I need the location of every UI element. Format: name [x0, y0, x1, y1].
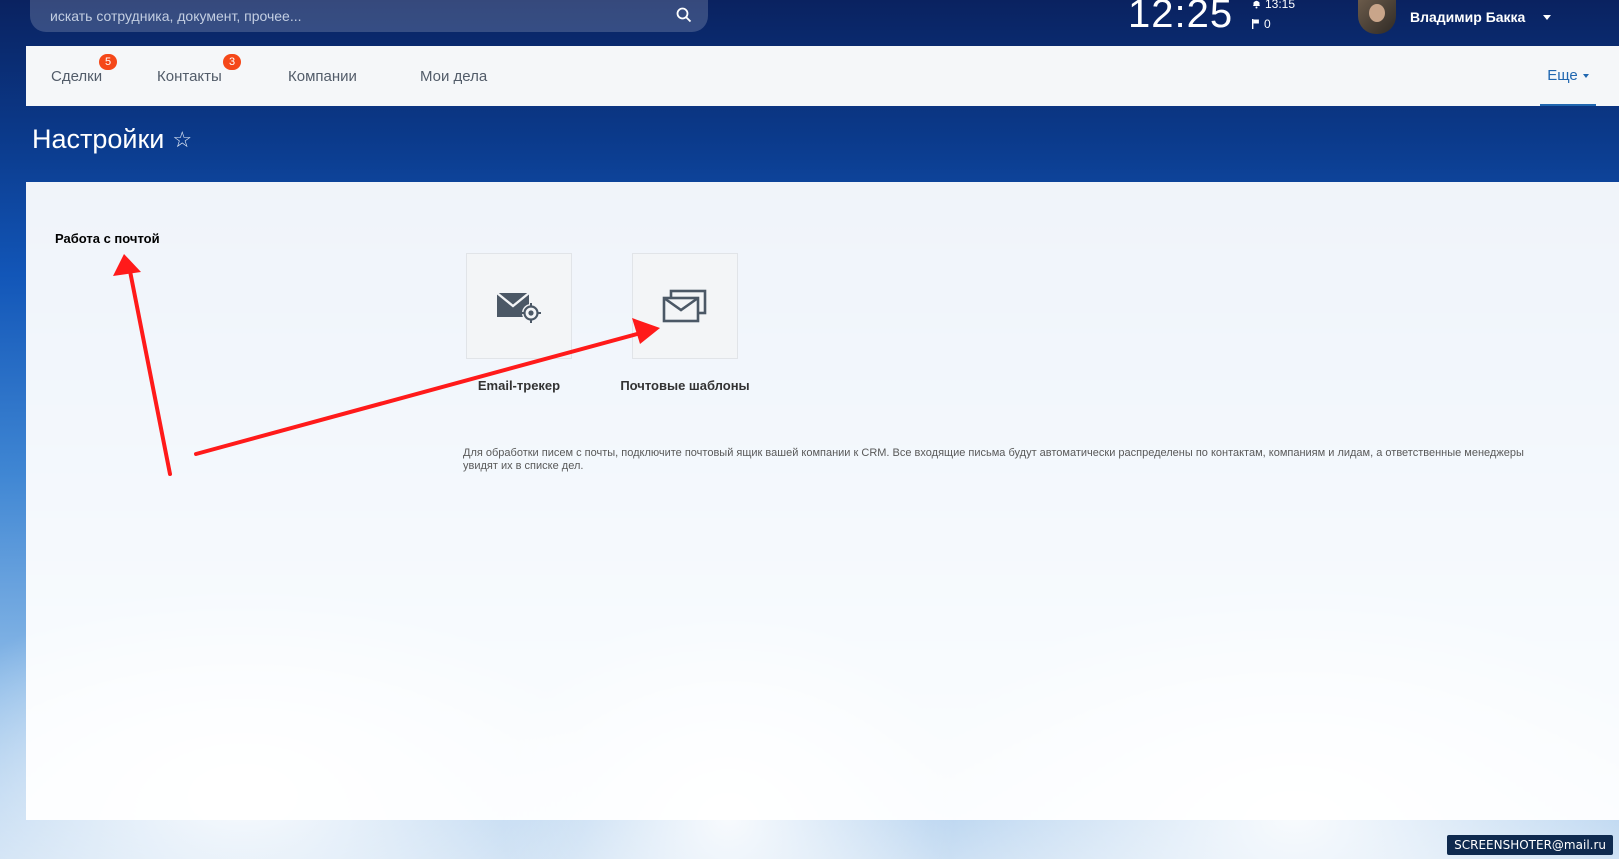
mail-templates-label[interactable]: Почтовые шаблоны — [586, 378, 784, 393]
user-menu[interactable]: Владимир Бакка — [1358, 0, 1552, 34]
counter-badge: 5 — [99, 54, 117, 70]
nav-item-contacts[interactable]: Контакты 3 — [157, 46, 241, 106]
star-icon[interactable]: ☆ — [172, 127, 192, 153]
email-tracker-tile[interactable] — [466, 253, 572, 359]
description-text: Для обработки писем с почты, подключите … — [463, 447, 1524, 472]
settings-content: Работа с почтой Email-трекер Почтовые ша… — [26, 182, 1619, 820]
nav-item-companies[interactable]: Компании — [288, 46, 357, 106]
page-title-text: Настройки — [32, 124, 165, 154]
mail-templates-icon — [662, 289, 707, 323]
reminder-stat[interactable]: 13:15 — [1252, 0, 1295, 11]
screenshoter-watermark: SCREENSHOTER@mail.ru — [1447, 835, 1613, 855]
avatar[interactable] — [1358, 0, 1396, 34]
bell-icon — [1253, 0, 1260, 9]
nav-more-label[interactable]: Еще — [1547, 67, 1578, 84]
clock: 12:25 — [1128, 0, 1234, 36]
flag-count: 0 — [1264, 17, 1271, 31]
nav-item-label[interactable]: Сделки — [51, 68, 102, 85]
nav-item-label[interactable]: Компании — [288, 68, 357, 85]
chevron-down-icon[interactable] — [1582, 74, 1589, 78]
page-title: Настройки ☆ — [32, 124, 192, 155]
nav-item-deals[interactable]: Сделки 5 — [51, 46, 117, 106]
nav-item-label[interactable]: Контакты — [157, 68, 222, 85]
email-tracker-icon — [496, 292, 541, 323]
chevron-down-icon[interactable] — [1543, 14, 1552, 20]
flag-stat[interactable]: 0 — [1252, 17, 1271, 31]
nav-item-my-activities[interactable]: Мои дела — [420, 46, 487, 106]
search-input[interactable] — [48, 7, 652, 25]
flag-icon — [1252, 19, 1259, 29]
search-box[interactable] — [30, 0, 708, 32]
section-title: Работа с почтой — [55, 231, 160, 246]
search-icon[interactable] — [676, 7, 692, 23]
nav-item-label[interactable]: Мои дела — [420, 68, 487, 85]
bell-time: 13:15 — [1265, 0, 1296, 11]
top-bar: 12:25 13:15 0 Владимир Бакка — [0, 0, 1619, 46]
mail-templates-tile[interactable] — [632, 253, 738, 359]
user-name[interactable]: Владимир Бакка — [1410, 9, 1525, 25]
nav-more-button[interactable]: Еще — [1540, 46, 1596, 106]
counter-badge: 3 — [223, 54, 241, 70]
email-tracker-label[interactable]: Email-трекер — [466, 378, 572, 393]
crm-nav: Сделки 5 Контакты 3 Компании Мои дела Ещ… — [26, 46, 1619, 106]
